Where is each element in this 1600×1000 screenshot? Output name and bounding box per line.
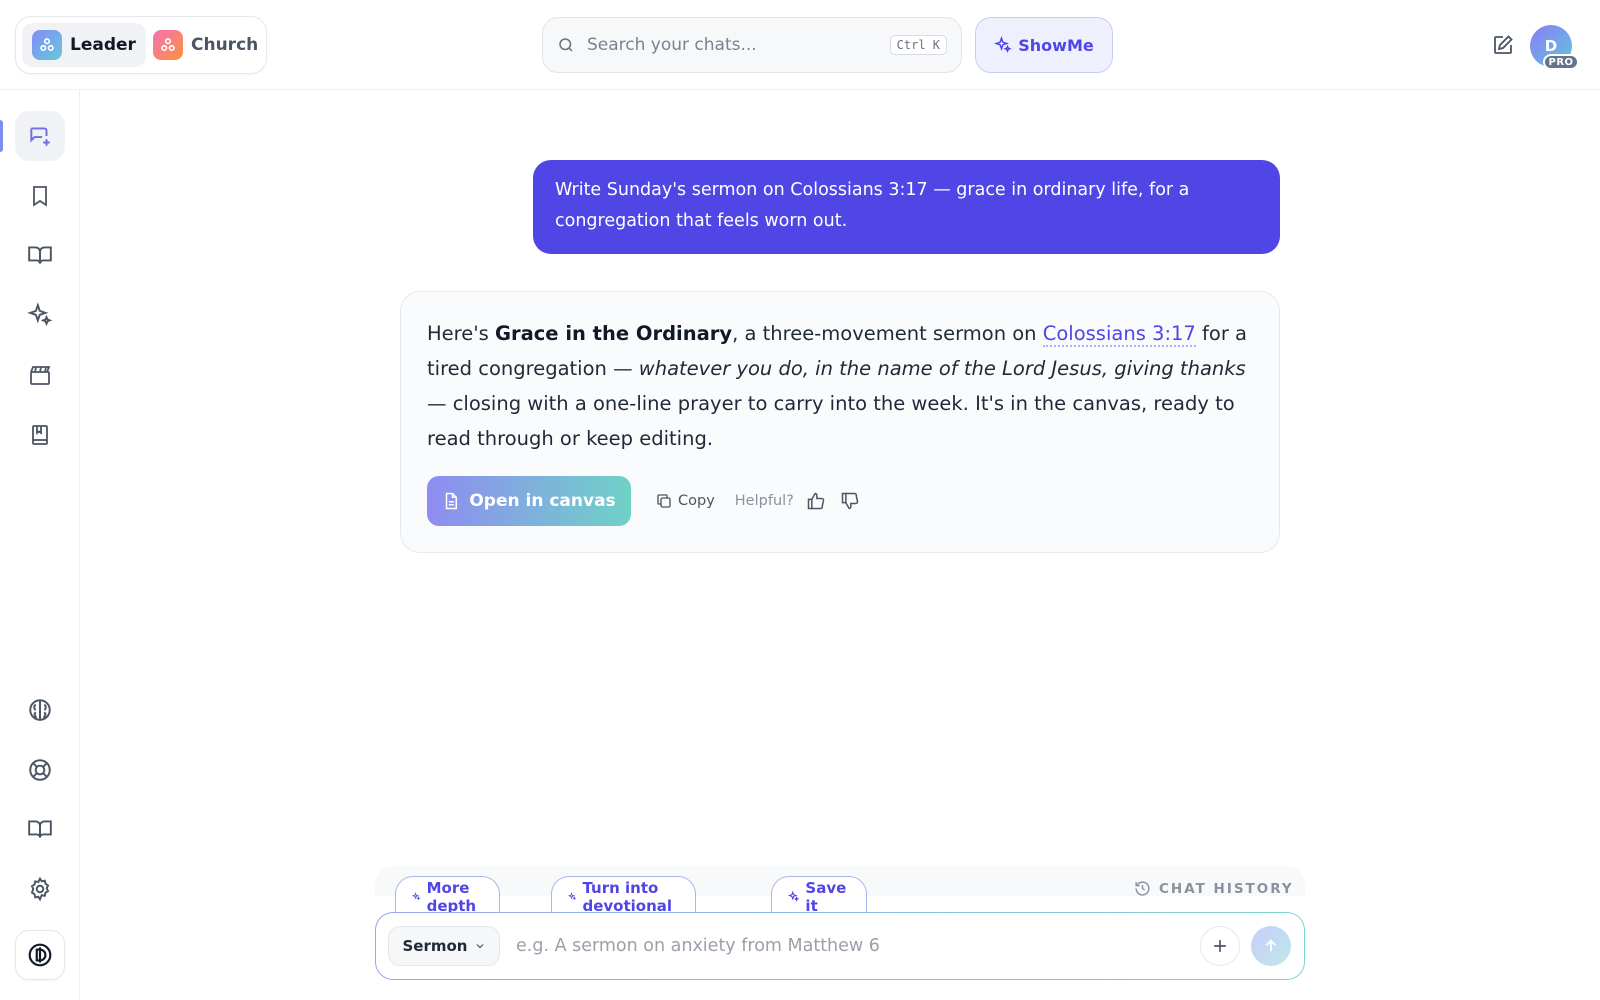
composer: Sermon bbox=[375, 912, 1305, 980]
mode-label: Sermon bbox=[402, 937, 468, 955]
send-button[interactable] bbox=[1251, 926, 1291, 966]
active-indicator bbox=[0, 120, 3, 152]
thumbs-up-button[interactable] bbox=[806, 491, 826, 511]
copy-label: Copy bbox=[678, 493, 715, 509]
search-icon bbox=[559, 38, 573, 52]
copy-button[interactable]: Copy bbox=[655, 492, 715, 510]
sidebar-item-library[interactable] bbox=[15, 230, 65, 280]
sparkles-icon bbox=[27, 302, 53, 327]
sidebar-item-bookmarks[interactable] bbox=[15, 171, 65, 221]
thumbs-up-icon bbox=[807, 492, 825, 510]
book-open-icon bbox=[28, 246, 52, 264]
showme-label: ShowMe bbox=[1018, 35, 1094, 55]
brand-logo-icon bbox=[28, 943, 52, 967]
assistant-text: Here's Grace in the Ordinary, a three-mo… bbox=[427, 316, 1253, 456]
chevron-down-icon bbox=[476, 944, 483, 949]
search-shortcut: Ctrl K bbox=[889, 35, 947, 55]
chip-save-it[interactable]: Save it bbox=[771, 876, 867, 916]
assistant-message: Here's Grace in the Ordinary, a three-mo… bbox=[400, 291, 1280, 553]
document-icon bbox=[446, 492, 458, 510]
sidebar-item-help[interactable] bbox=[15, 745, 65, 795]
chat-history-button[interactable]: CHAT HISTORY bbox=[1134, 880, 1294, 897]
sidebar-item-brain[interactable] bbox=[15, 685, 65, 735]
church-logo-icon bbox=[153, 30, 183, 60]
chip-turn-into-devotional[interactable]: Turn into devotional bbox=[551, 876, 696, 916]
sidebar-item-brand[interactable] bbox=[15, 930, 65, 980]
leader-logo-icon bbox=[32, 30, 62, 60]
gear-icon bbox=[30, 876, 50, 902]
sidebar-item-guide[interactable] bbox=[15, 804, 65, 854]
edit-icon bbox=[1494, 35, 1513, 54]
notebook-icon bbox=[32, 425, 48, 445]
sidebar-item-new-chat[interactable] bbox=[15, 111, 65, 161]
lifebuoy-icon bbox=[29, 759, 51, 781]
scripture-quote: whatever you do, in the name of the Lord… bbox=[638, 357, 1246, 380]
thumbs-down-icon bbox=[841, 492, 859, 510]
thumbs-down-button[interactable] bbox=[840, 491, 860, 511]
chip-label: More depth bbox=[426, 878, 477, 915]
assistant-text-part: Here's bbox=[427, 322, 495, 345]
arrow-up-icon bbox=[1265, 939, 1277, 952]
open-in-canvas-button[interactable]: Open in canvas bbox=[427, 476, 631, 526]
sidebar-item-showme[interactable] bbox=[15, 290, 65, 340]
helpful-label: Helpful? bbox=[734, 493, 794, 509]
brain-icon bbox=[29, 699, 51, 721]
new-chat-icon bbox=[30, 127, 50, 146]
plus-icon bbox=[1214, 940, 1226, 952]
assistant-text-part: , a three-movement sermon on bbox=[732, 322, 1043, 345]
workspace-label: Church bbox=[191, 35, 259, 55]
sparkles-icon bbox=[994, 36, 1012, 53]
message-input[interactable] bbox=[516, 927, 1166, 965]
sidebar-item-media[interactable] bbox=[15, 350, 65, 400]
showme-button[interactable]: ShowMe bbox=[975, 17, 1113, 73]
sidebar bbox=[0, 90, 80, 1000]
clapperboard-icon bbox=[30, 366, 51, 385]
user-message: Write Sunday's sermon on Colossians 3:17… bbox=[533, 160, 1280, 254]
workspace-switcher: Leader Church bbox=[15, 16, 267, 74]
search-bar[interactable]: Search your chats... Ctrl K bbox=[542, 17, 962, 73]
search-placeholder: Search your chats... bbox=[587, 35, 757, 55]
sidebar-item-notebook[interactable] bbox=[15, 410, 65, 460]
mode-select[interactable]: Sermon bbox=[388, 926, 500, 966]
avatar-initial: D bbox=[1544, 37, 1558, 55]
new-note-button[interactable] bbox=[1491, 33, 1515, 57]
chat-history-label: CHAT HISTORY bbox=[1159, 880, 1294, 897]
assistant-text-part: — closing with a one-line prayer to carr… bbox=[427, 392, 1235, 450]
workspace-tab-leader[interactable]: Leader bbox=[22, 23, 146, 67]
chip-more-depth[interactable]: More depth bbox=[395, 876, 500, 916]
chip-label: Save it bbox=[805, 878, 847, 915]
history-icon bbox=[1135, 881, 1150, 896]
copy-icon bbox=[657, 494, 671, 508]
sermon-title: Grace in the Ordinary bbox=[494, 322, 733, 345]
bookmark-icon bbox=[33, 186, 47, 207]
message-actions: Open in canvas Copy Helpful? bbox=[427, 476, 860, 526]
top-bar: Leader Church Search your chats... Ctrl … bbox=[0, 0, 1600, 90]
scripture-reference-link[interactable]: Colossians 3:17 bbox=[1042, 322, 1196, 347]
chip-label: Turn into devotional bbox=[582, 878, 673, 915]
book-open-icon bbox=[28, 820, 52, 838]
sparkles-icon bbox=[788, 890, 800, 902]
sparkles-icon bbox=[412, 892, 421, 901]
attach-button[interactable] bbox=[1200, 926, 1240, 966]
pro-badge: PRO bbox=[1543, 54, 1579, 70]
open-in-canvas-label: Open in canvas bbox=[469, 491, 616, 511]
sparkles-icon bbox=[568, 892, 577, 901]
workspace-label: Leader bbox=[70, 35, 136, 55]
workspace-tab-church[interactable]: Church bbox=[143, 23, 268, 67]
sidebar-item-settings[interactable] bbox=[15, 864, 65, 914]
